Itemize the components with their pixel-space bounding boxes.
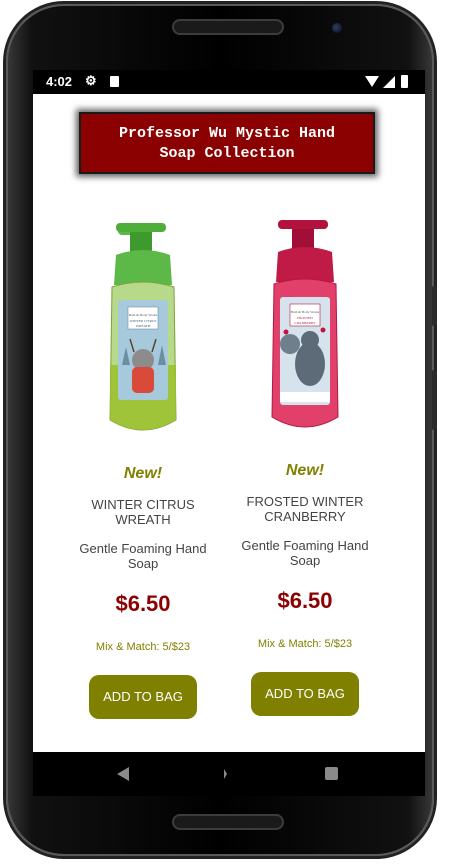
product-price: $6.50: [115, 591, 171, 616]
gear-icon: ⚙: [85, 73, 97, 88]
svg-text:FROSTED: FROSTED: [297, 316, 313, 320]
bottom-speaker: [172, 814, 284, 830]
recent-apps-icon[interactable]: [325, 767, 338, 780]
status-bar: 4:02 ⚙: [33, 70, 425, 94]
product-image[interactable]: Bath & Body Works WINTER CITRUS WREATH: [88, 215, 198, 445]
svg-text:Bath & Body Works: Bath & Body Works: [291, 310, 320, 314]
new-badge: New!: [285, 462, 325, 479]
svg-text:WINTER CITRUS: WINTER CITRUS: [130, 319, 157, 323]
navigation-bar: [33, 752, 425, 796]
phone-frame: 4:02 ⚙ Professor Wu Mystic Hand Soap Col…: [6, 4, 434, 856]
svg-text:WREATH: WREATH: [136, 324, 151, 328]
product-price: $6.50: [277, 588, 333, 613]
wifi-icon: [365, 76, 379, 87]
product-card: Bath & Body Works WINTER CITRUS WREATH N…: [63, 215, 223, 719]
product-name[interactable]: FROSTED WINTER CRANBERRY: [225, 494, 385, 526]
soap-bottle-image: Bath & Body Works FROSTED CRANBERRY: [271, 220, 339, 428]
new-badge: New!: [123, 465, 163, 482]
header-title-line-1: Professor Wu Mystic Hand: [118, 125, 336, 142]
promo-text: Mix & Match: 5/$23: [95, 641, 191, 653]
status-time: 4:02: [46, 74, 73, 89]
product-name[interactable]: WINTER CITRUS WREATH: [63, 497, 223, 529]
earpiece-speaker: [172, 19, 284, 35]
back-icon[interactable]: [117, 767, 129, 781]
svg-text:Bath & Body Works: Bath & Body Works: [129, 313, 158, 317]
battery-icon: [401, 75, 408, 88]
screen: 4:02 ⚙ Professor Wu Mystic Hand Soap Col…: [33, 70, 425, 796]
product-image[interactable]: Bath & Body Works FROSTED CRANBERRY: [250, 212, 360, 442]
add-to-bag-button[interactable]: ADD TO BAG: [89, 675, 197, 719]
home-icon[interactable]: [224, 769, 227, 779]
product-description: Gentle Foaming Hand Soap: [241, 538, 369, 568]
product-card: Bath & Body Works FROSTED CRANBERRY New!…: [225, 212, 385, 716]
header-title-line-2: Soap Collection: [159, 145, 295, 162]
volume-button: [432, 286, 437, 326]
front-camera: [332, 23, 342, 33]
svg-text:CRANBERRY: CRANBERRY: [294, 321, 316, 325]
product-description: Gentle Foaming Hand Soap: [79, 541, 207, 571]
collection-header: Professor Wu Mystic Hand Soap Collection: [79, 112, 375, 174]
signal-icon: [383, 76, 395, 88]
add-to-bag-button[interactable]: ADD TO BAG: [251, 672, 359, 716]
sd-card-icon: [110, 76, 119, 87]
power-button: [432, 370, 437, 430]
promo-text: Mix & Match: 5/$23: [257, 638, 353, 650]
soap-bottle-image: Bath & Body Works WINTER CITRUS WREATH: [109, 223, 177, 431]
